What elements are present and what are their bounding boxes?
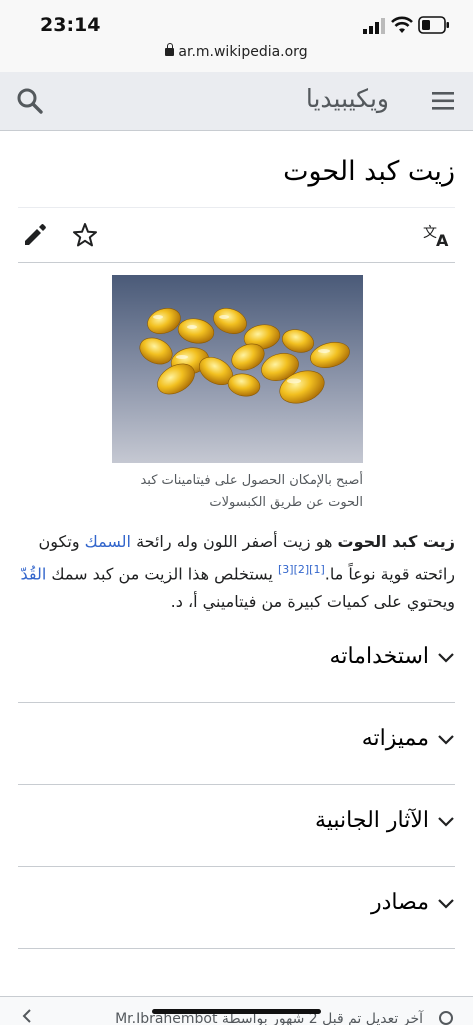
- divider: [18, 207, 455, 208]
- chevron-down-icon: [438, 899, 454, 909]
- cellular-signal-icon: [363, 18, 385, 34]
- address-bar[interactable]: ar.m.wikipedia.org: [0, 43, 473, 60]
- page-title: زيت كبد الحوت: [283, 156, 455, 187]
- star-icon[interactable]: [72, 222, 98, 248]
- url-text: ar.m.wikipedia.org: [178, 44, 308, 60]
- section-heading: مميزاته: [361, 726, 429, 751]
- section-sources[interactable]: مصادر: [18, 866, 455, 949]
- clock: 23:14: [40, 14, 101, 36]
- link-cod[interactable]: القُدّ: [20, 564, 46, 583]
- lock-icon: [165, 43, 175, 56]
- chevron-down-icon: [438, 653, 454, 663]
- divider: [18, 262, 455, 263]
- references[interactable]: [1][2][3]: [278, 563, 325, 576]
- clock-icon: [439, 1011, 453, 1025]
- image-caption: أصبح بالإمكان الحصول على فيتامينات كبد ا…: [140, 473, 363, 510]
- search-icon[interactable]: [16, 87, 44, 115]
- text: يستخلص هذا الزيت من كبد سمك: [46, 564, 278, 584]
- intro-paragraph: زيت كبد الحوت هو زيت أصفر اللون وله رائح…: [18, 528, 455, 616]
- text: ويحتوي على كميات كبيرة من فيتاميني أ، د.: [170, 592, 455, 612]
- battery-icon: [418, 16, 449, 34]
- section-features[interactable]: مميزاته: [18, 702, 455, 785]
- site-header: ويكيبيديا: [0, 72, 473, 131]
- svg-text:文: 文: [423, 225, 437, 241]
- chevron-down-icon: [438, 735, 454, 745]
- fish-oil-capsules-image[interactable]: [112, 275, 363, 463]
- section-uses[interactable]: استخداماته: [18, 620, 455, 703]
- section-heading: مصادر: [371, 890, 429, 915]
- bold-term: زيت كبد الحوت: [337, 532, 455, 551]
- home-indicator[interactable]: [152, 1009, 321, 1014]
- section-heading: استخداماته: [329, 644, 429, 669]
- hamburger-menu-icon[interactable]: [431, 89, 455, 113]
- pencil-icon[interactable]: [22, 222, 48, 248]
- wifi-icon: [391, 16, 413, 33]
- chevron-down-icon: [438, 817, 454, 827]
- chevron-left-icon: [22, 1009, 31, 1023]
- translate-icon[interactable]: 文 A: [423, 223, 453, 249]
- text: هو زيت أصفر اللون وله رائحة: [130, 532, 338, 551]
- status-bar: 23:14 ar.m.wikipedia.org: [0, 0, 473, 72]
- link-fish[interactable]: السمك: [85, 532, 131, 551]
- section-side-effects[interactable]: الآثار الجانبية: [18, 784, 455, 867]
- wikipedia-logo[interactable]: ويكيبيديا: [306, 84, 389, 113]
- svg-text:A: A: [436, 231, 449, 249]
- section-heading: الآثار الجانبية: [314, 808, 429, 833]
